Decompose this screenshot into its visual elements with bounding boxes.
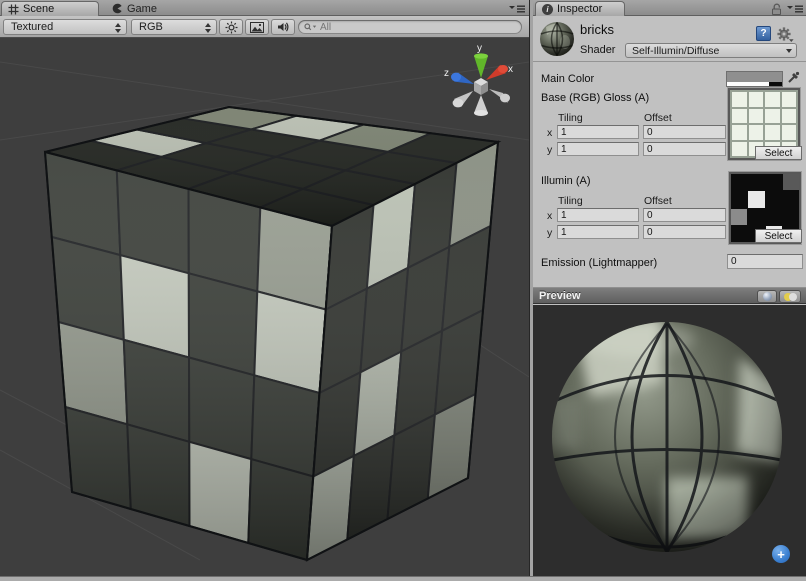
eyedropper-icon[interactable] [787,70,801,84]
draw-mode-dropdown[interactable]: Textured [3,19,127,35]
scene-viewport[interactable]: y x z [0,38,529,576]
scene-tabbar: Scene Game [0,0,529,16]
base-offset-x-field[interactable] [643,125,726,139]
illumin-x-label: x [547,210,552,222]
emission-label: Emission (Lightmapper) [541,257,657,269]
textured-cube[interactable] [45,107,498,560]
light-off-icon [789,293,797,301]
base-tiling-y-field[interactable] [557,142,639,156]
illumin-offset-header: Offset [644,195,672,207]
base-offset-header: Offset [644,112,672,124]
lock-open-icon [771,3,782,16]
dropdown-menu-icon [509,4,525,14]
sphere-icon [763,292,772,301]
base-x-label: x [547,127,552,139]
window-bottom-edge [0,576,806,581]
base-y-label: y [547,144,552,156]
gizmo-y-label[interactable]: y [477,43,482,54]
shader-dropdown[interactable]: Self-Illumin/Diffuse [625,43,797,58]
illumin-y-label: y [547,227,552,239]
unity-editor-window: Scene Game Textured RGB [0,0,806,581]
help-icon[interactable]: ? [756,26,771,41]
illumin-texture-label: Illumin (A) [541,175,591,187]
tab-scene-label: Scene [23,3,54,15]
preview-sphere [533,305,806,576]
preview-lighting-button[interactable] [779,290,801,303]
alpha-bar [727,82,782,86]
illumin-tiling-x-field[interactable] [557,208,639,222]
gizmo-x-label[interactable]: x [508,64,513,75]
gizmo-z-label[interactable]: z [444,68,449,79]
scene-effects-toggle[interactable] [245,19,269,35]
render-mode-dropdown[interactable]: RGB [131,19,217,35]
base-tiling-x-field[interactable] [557,125,639,139]
scene-audio-toggle[interactable] [271,19,295,35]
inspector-pane-menu-icon[interactable] [787,4,803,14]
shader-value: Self-Illumin/Diffuse [632,45,719,57]
dropdown-menu-icon [787,4,803,14]
scene-pane-menu-icon[interactable] [509,4,525,14]
tab-scene[interactable]: Scene [1,1,99,16]
search-icon [304,23,317,31]
color-value-area [727,72,782,82]
scene-search-field[interactable] [298,20,522,34]
base-offset-y-field[interactable] [643,142,726,156]
info-icon: i [542,4,553,15]
sun-icon [225,21,238,34]
base-select-button[interactable]: Select [755,146,802,160]
inspector-tabbar: i Inspector [533,0,806,16]
chevron-down-icon [786,49,792,53]
tab-game[interactable]: Game [104,1,165,16]
image-icon [250,22,264,33]
emission-field[interactable] [727,254,803,269]
illumin-tiling-y-field[interactable] [557,225,639,239]
scene-3d-view: y x z [0,38,529,576]
main-color-label: Main Color [541,73,594,85]
preview-sphere-mode-button[interactable] [757,290,777,303]
illumin-offset-y-field[interactable] [643,225,726,239]
add-preview-button[interactable]: + [772,545,790,563]
scene-panel: Scene Game Textured RGB [0,0,529,576]
material-sphere-icon [539,21,575,57]
search-input[interactable] [320,22,516,33]
scene-toolbar: Textured RGB [0,16,529,38]
illumin-select-button[interactable]: Select [755,229,802,243]
material-header: bricks Shader Self-Illumin/Diffuse ? [533,16,806,62]
main-color-swatch[interactable] [726,71,783,87]
tab-inspector[interactable]: i Inspector [535,1,625,16]
game-icon [112,3,123,14]
shader-label: Shader [580,44,615,56]
material-name: bricks [580,22,614,37]
speaker-icon [277,21,290,33]
illumin-tiling-header: Tiling [558,195,583,207]
tab-inspector-label: Inspector [557,3,602,15]
material-preview-area[interactable]: + [533,305,806,576]
base-tiling-header: Tiling [558,112,583,124]
gear-icon[interactable] [776,26,794,45]
updown-arrows-icon [115,23,122,33]
grid-icon [8,4,19,15]
inspector-lock-icon[interactable] [771,3,782,16]
scene-orientation-gizmo[interactable]: y x z [444,43,513,116]
illumin-offset-x-field[interactable] [643,208,726,222]
inspector-panel: i Inspector bricks Shader Self-Illumin/D… [533,0,806,576]
draw-mode-value: Textured [11,21,53,33]
tab-game-label: Game [127,3,157,15]
preview-header[interactable]: Preview [533,287,806,304]
scene-lighting-toggle[interactable] [219,19,243,35]
updown-arrows-icon [205,23,212,33]
base-texture-label: Base (RGB) Gloss (A) [541,92,649,104]
preview-title: Preview [539,290,581,302]
render-mode-value: RGB [139,21,163,33]
